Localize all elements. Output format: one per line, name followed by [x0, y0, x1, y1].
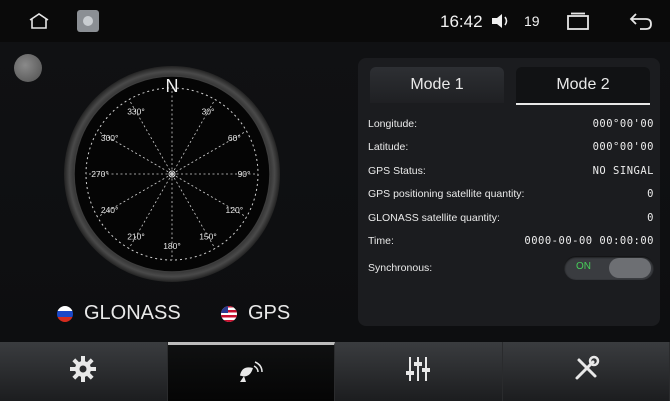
back-icon[interactable]	[628, 11, 654, 36]
bearing-label: 210°	[127, 231, 145, 241]
nav-settings[interactable]	[0, 342, 168, 401]
legend-gps: GPS	[220, 302, 290, 325]
row-latitude: Latitude: 000°00'00	[368, 136, 654, 160]
row-label: Time:	[368, 235, 394, 248]
row-label: GPS Status:	[368, 164, 426, 177]
indicator-dot	[14, 54, 42, 82]
row-value: NO SINGAL	[592, 164, 654, 177]
volume-icon[interactable]	[490, 13, 512, 34]
synchronous-toggle[interactable]: ON	[564, 256, 654, 280]
row-label: GLONASS satellite quantity:	[368, 211, 500, 224]
home-icon[interactable]	[28, 12, 50, 35]
satellite-compass: N 30° 60° 90° 120° 150° 180° 210° 240° 270° 300° 3…	[62, 62, 282, 287]
bearing-label: 240°	[101, 205, 119, 215]
north-label: N	[166, 76, 179, 96]
row-gps-status: GPS Status: NO SINGAL	[368, 159, 654, 183]
satellite-dish-icon	[236, 356, 266, 391]
volume-level: 19	[524, 13, 540, 29]
row-value: 0000-00-00 00:00:00	[524, 235, 654, 248]
equalizer-icon	[405, 355, 431, 388]
tools-icon	[572, 355, 600, 388]
row-label: Synchronous:	[368, 262, 433, 274]
info-rows: Longitude: 000°00'00 Latitude: 000°00'00 G…	[368, 112, 654, 283]
row-longitude: Longitude: 000°00'00	[368, 112, 654, 136]
tab-mode-1[interactable]: Mode 1	[370, 67, 504, 103]
legend-glonass: GLONASS	[56, 302, 181, 325]
bearing-label: 300°	[101, 133, 119, 143]
clock: 16:42	[440, 12, 483, 31]
bottom-nav	[0, 342, 670, 401]
settings-icon	[69, 355, 97, 388]
row-value: 0	[647, 211, 654, 224]
row-gps-sat-qty: GPS positioning satellite quantity: 0	[368, 183, 654, 207]
recent-apps-icon[interactable]	[566, 12, 590, 35]
row-glonass-sat-qty: GLONASS satellite quantity: 0	[368, 206, 654, 230]
gps-info-panel: Mode 1 Mode 2 Longitude: 000°00'00 Latitu…	[358, 58, 660, 326]
bearing-label: 90°	[238, 169, 251, 179]
row-label: Longitude:	[368, 117, 418, 130]
bearing-label: 30°	[202, 107, 215, 117]
usa-flag-icon	[220, 305, 238, 323]
row-value: 000°00'00	[592, 141, 654, 154]
row-synchronous: Synchronous: ON	[368, 253, 654, 283]
app-icon[interactable]	[77, 10, 99, 32]
row-label: Latitude:	[368, 141, 409, 154]
tab-mode-2[interactable]: Mode 2	[516, 67, 650, 105]
russia-flag-icon	[56, 305, 74, 323]
bearing-label: 60°	[228, 133, 241, 143]
row-value: 000°00'00	[592, 117, 654, 130]
row-value: 0	[647, 188, 654, 201]
bearing-label: 150°	[199, 231, 217, 241]
bearing-label: 180°	[163, 241, 181, 251]
row-time: Time: 0000-00-00 00:00:00	[368, 230, 654, 254]
toggle-knob[interactable]	[609, 258, 651, 278]
nav-gps[interactable]	[167, 342, 335, 401]
bearing-label: 120°	[226, 205, 244, 215]
row-label: GPS positioning satellite quantity:	[368, 188, 525, 201]
mode-tabs: Mode 1 Mode 2	[370, 67, 650, 105]
bearing-label: 330°	[127, 107, 145, 117]
nav-tools[interactable]	[503, 342, 670, 401]
nav-equalizer[interactable]	[335, 342, 503, 401]
toggle-state-label: ON	[576, 261, 591, 272]
legend-gps-label: GPS	[248, 302, 291, 324]
legend-glonass-label: GLONASS	[84, 302, 181, 324]
bearing-label: 270°	[91, 169, 109, 179]
status-bar: 16:42 19	[0, 0, 670, 42]
